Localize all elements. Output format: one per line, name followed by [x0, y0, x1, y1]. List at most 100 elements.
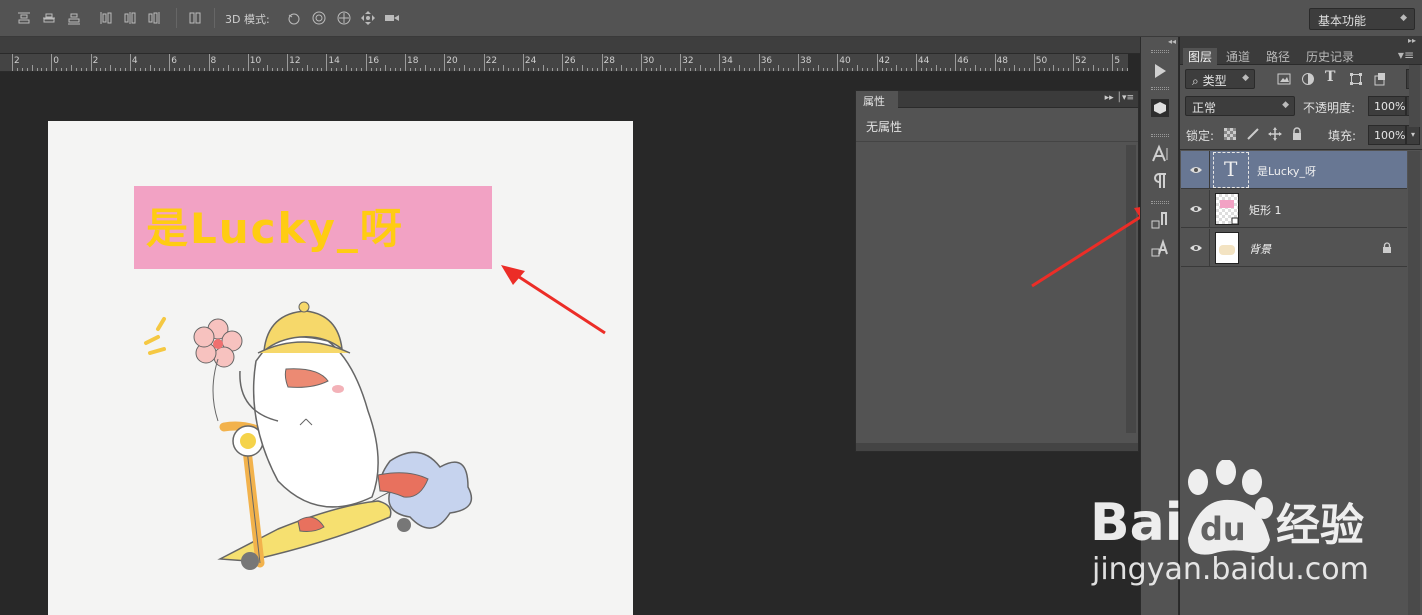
3d-properties-icon[interactable]	[1150, 98, 1170, 118]
ruler-tick	[208, 54, 210, 71]
panel-menu-icon[interactable]: ▾≡	[1398, 48, 1414, 62]
ruler-tick	[61, 68, 63, 71]
panel-scrolltrack[interactable]	[1409, 65, 1420, 127]
eye-icon[interactable]	[1189, 241, 1203, 255]
adjustment-filter-icon[interactable]	[1301, 72, 1315, 86]
lock-position-icon[interactable]	[1268, 127, 1282, 141]
ruler-tick	[827, 68, 829, 71]
dock-grip[interactable]	[1151, 134, 1169, 137]
ruler-tick	[562, 54, 564, 71]
chevron-updown-icon: ◆	[1242, 73, 1249, 83]
3d-scale-icon[interactable]	[384, 10, 400, 26]
eye-icon[interactable]	[1189, 202, 1203, 216]
3d-rotate-icon[interactable]	[286, 10, 302, 26]
tab-history[interactable]: 历史记录	[1306, 48, 1354, 65]
align-bottom-icon[interactable]	[66, 10, 82, 26]
layer-row-background[interactable]: 背景	[1181, 229, 1407, 267]
layer-name[interactable]: 是Lucky_呀	[1257, 163, 1316, 179]
ruler-tick	[380, 68, 382, 71]
opacity-field[interactable]: 100%	[1368, 96, 1406, 116]
expand-icon[interactable]: ▸▸	[1408, 36, 1416, 45]
ruler-tick	[1068, 68, 1070, 71]
dock-grip[interactable]	[1151, 50, 1169, 53]
ruler-tick	[621, 65, 623, 71]
type-filter-icon[interactable]: T	[1325, 69, 1335, 85]
shape-layer-thumbnail[interactable]	[1215, 193, 1239, 225]
divider	[1209, 190, 1210, 228]
distribute-icon[interactable]	[187, 10, 203, 26]
pink-rectangle[interactable]: 是Lucky_呀	[134, 186, 492, 269]
character-styles-icon[interactable]	[1150, 239, 1170, 259]
ruler-tick	[375, 68, 377, 71]
ruler-tick	[296, 68, 298, 71]
panel-menu-icon[interactable]: ▸▸ │▾≡	[1105, 93, 1134, 103]
document-canvas[interactable]: 是Lucky_呀	[48, 121, 633, 615]
background-layer-thumbnail[interactable]	[1215, 232, 1239, 264]
align-hcenter-icon[interactable]	[122, 10, 138, 26]
character-icon[interactable]	[1150, 144, 1170, 164]
ruler-tick	[341, 68, 343, 71]
dock-grip[interactable]	[1151, 201, 1169, 204]
ruler-tick	[920, 68, 922, 71]
eye-icon[interactable]	[1189, 163, 1203, 177]
3d-roll-icon[interactable]	[311, 10, 327, 26]
pixel-filter-icon[interactable]	[1277, 72, 1291, 86]
lock-transparent-icon[interactable]	[1224, 128, 1236, 140]
align-right-icon[interactable]	[146, 10, 162, 26]
3d-pan-icon[interactable]	[336, 10, 352, 26]
tab-channels[interactable]: 通道	[1226, 48, 1250, 65]
title-text-layer[interactable]: 是Lucky_呀	[146, 195, 404, 256]
ruler-tick	[660, 65, 662, 71]
layer-name[interactable]: 矩形 1	[1249, 202, 1282, 218]
ruler-tick	[788, 68, 790, 71]
ruler-label: 26	[564, 56, 576, 66]
ruler-tick	[355, 68, 357, 71]
paragraph-styles-icon[interactable]	[1150, 211, 1170, 231]
lock-all-icon[interactable]	[1290, 127, 1304, 141]
workspace-select[interactable]: 基本功能 ◆	[1309, 8, 1415, 30]
ruler-label: 46	[957, 56, 969, 66]
horizontal-ruler[interactable]: 2 0 2 4 6 8 10 12 14 16 18 20 22 24 26 28 30 32 34 36 38 40 42…	[0, 54, 1128, 72]
ruler-tick	[984, 68, 986, 71]
ruler-tick	[272, 68, 274, 71]
text-layer-thumbnail[interactable]: T	[1213, 152, 1249, 188]
ruler-tick	[537, 68, 539, 71]
layer-name[interactable]: 背景	[1249, 241, 1271, 257]
shape-filter-icon[interactable]	[1349, 72, 1363, 86]
document-tab-strip	[0, 37, 1140, 54]
align-left-icon[interactable]	[98, 10, 114, 26]
paragraph-icon[interactable]	[1150, 171, 1170, 191]
layer-row-shape[interactable]: 矩形 1	[1181, 190, 1407, 228]
tab-layers[interactable]: 图层	[1183, 48, 1218, 66]
ruler-tick	[134, 68, 136, 71]
layer-row-text[interactable]: T 是Lucky_呀	[1181, 151, 1407, 189]
play-actions-icon[interactable]	[1150, 61, 1170, 81]
ruler-tick	[1038, 68, 1040, 71]
ruler-tick	[493, 68, 495, 71]
ruler-tick	[1028, 68, 1030, 71]
3d-slide-icon[interactable]	[360, 10, 376, 26]
ruler-label: 6	[171, 56, 177, 66]
ruler-tick	[950, 68, 952, 71]
fill-dropdown-icon[interactable]: ▾	[1406, 125, 1420, 145]
fill-field[interactable]: 100%	[1368, 125, 1406, 145]
ruler-tick	[188, 65, 190, 71]
ruler-tick	[459, 68, 461, 71]
filter-type-select[interactable]: ⌕ 类型 ◆	[1185, 69, 1255, 89]
ruler-tick	[473, 68, 475, 71]
lock-brush-icon[interactable]	[1246, 127, 1260, 141]
resize-grip[interactable]	[856, 443, 1138, 451]
collapse-icon[interactable]: ◂◂	[1168, 37, 1176, 46]
ruler-tick	[586, 68, 588, 71]
ruler-tick	[576, 68, 578, 71]
align-vcenter-icon[interactable]	[41, 10, 57, 26]
ruler-tick	[906, 68, 908, 71]
tab-paths[interactable]: 路径	[1266, 48, 1290, 65]
dock-grip[interactable]	[1151, 87, 1169, 90]
tab-properties[interactable]: 属性	[856, 91, 898, 108]
blend-mode-select[interactable]: 正常 ◆	[1185, 96, 1295, 116]
type-icon: T	[1224, 157, 1238, 181]
align-top-icon[interactable]	[16, 10, 32, 26]
smart-object-filter-icon[interactable]	[1373, 72, 1387, 86]
ruler-tick	[522, 54, 524, 71]
